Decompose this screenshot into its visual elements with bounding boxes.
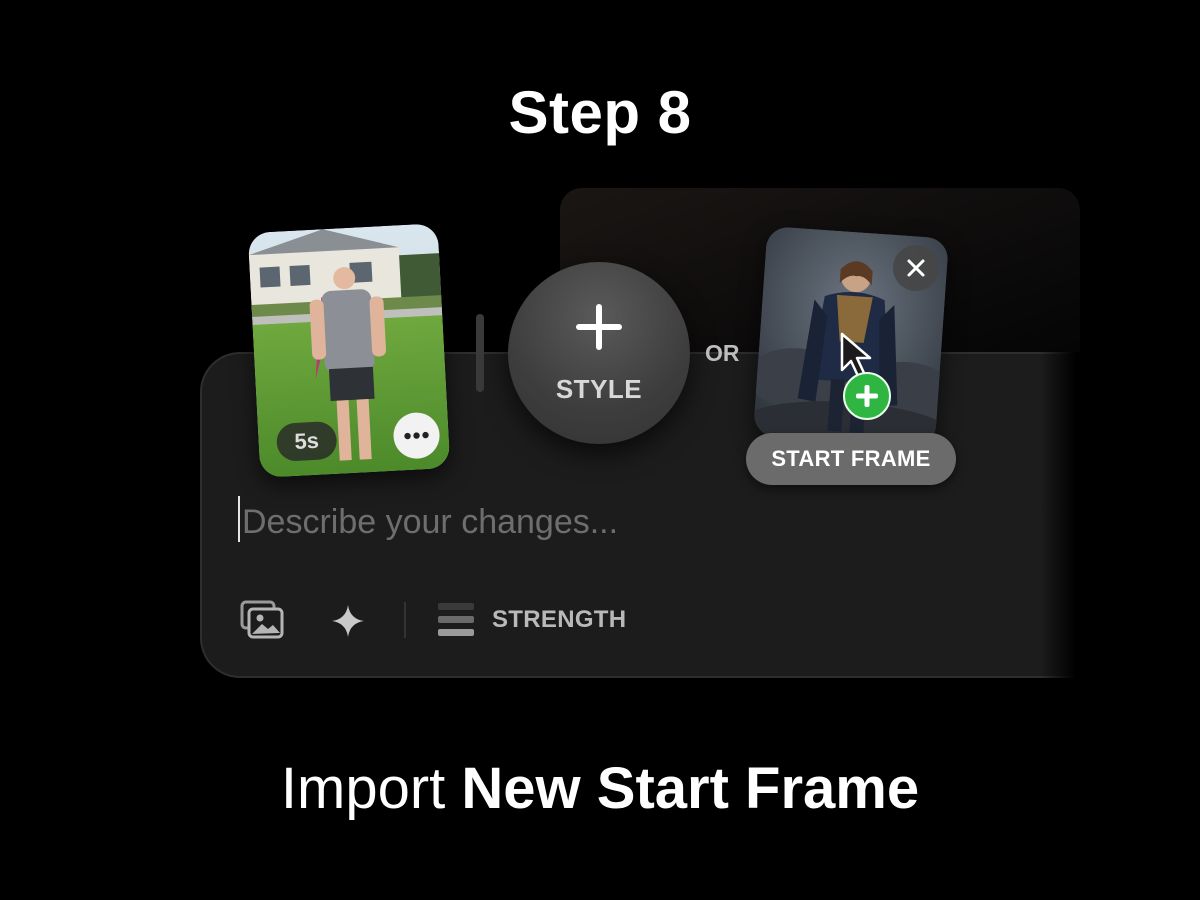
divider-handle[interactable] bbox=[476, 314, 484, 392]
step-title: Step 8 bbox=[508, 79, 692, 146]
strength-button[interactable]: STRENGTH bbox=[436, 599, 646, 641]
add-start-frame-badge[interactable] bbox=[843, 372, 891, 420]
caption-bold: New Start Frame bbox=[461, 756, 920, 821]
strength-label: STRENGTH bbox=[492, 606, 627, 633]
text-caret bbox=[238, 496, 240, 542]
image-gallery-icon[interactable] bbox=[240, 600, 286, 640]
style-button[interactable]: STYLE bbox=[508, 262, 690, 444]
caption-light: Import bbox=[280, 756, 446, 821]
start-frame-label: START FRAME bbox=[746, 433, 956, 485]
or-label: OR bbox=[705, 340, 740, 366]
toolbar-separator bbox=[404, 602, 406, 638]
remove-start-frame-button[interactable] bbox=[893, 245, 939, 291]
composer-edge-fade bbox=[1040, 352, 1100, 682]
strength-bars-icon bbox=[438, 603, 474, 636]
prompt-input[interactable] bbox=[236, 496, 1024, 548]
sparkle-icon[interactable] bbox=[330, 603, 366, 639]
duration-badge: 5s bbox=[275, 420, 338, 462]
step-caption: Import New Start Frame bbox=[0, 755, 1200, 822]
more-dots-icon bbox=[404, 431, 429, 440]
add-plus-icon bbox=[856, 385, 878, 407]
close-icon bbox=[907, 259, 925, 277]
style-button-label: STYLE bbox=[555, 374, 643, 404]
video-thumbnail[interactable]: 5s bbox=[247, 223, 451, 478]
plus-icon bbox=[576, 304, 622, 350]
